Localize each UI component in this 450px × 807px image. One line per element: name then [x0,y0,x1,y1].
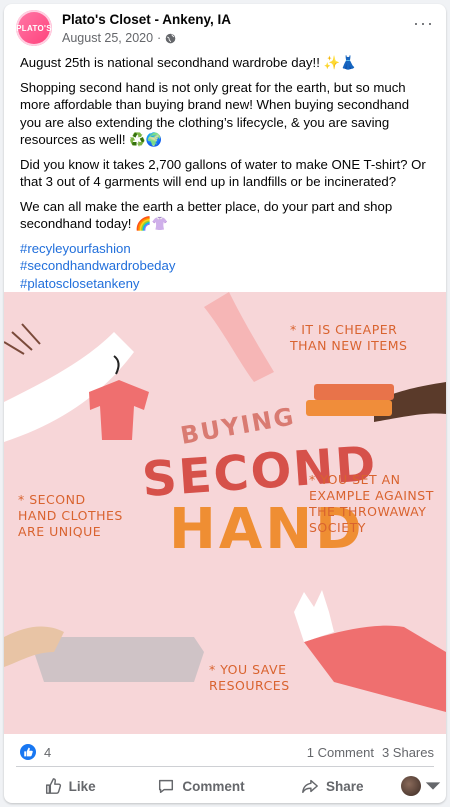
share-count-link[interactable]: 3 Shares [382,745,434,760]
hand-top-center [204,292,274,382]
comment-icon [159,779,174,794]
post-text: August 25th is national secondhand wardr… [20,54,432,292]
reaction-bar: 4 1 Comment 3 Shares [4,738,446,766]
hand-bottom-right [294,590,334,642]
note-resources: * You save resources [209,662,290,693]
chevron-down-icon [426,782,441,790]
share-arrow-icon [302,779,318,794]
post-header: PLATO'S Plato's Closet - Ankeny, IA Augu… [4,4,446,50]
book-top [314,384,394,400]
shirt-icon [89,380,149,440]
user-avatar [401,776,422,796]
comment-count-link[interactable]: 1 Comment [307,745,374,760]
note-unique: * Second hand clothes are unique [18,492,123,539]
sleeve-right [304,625,446,712]
share-label: Share [326,778,364,794]
thumbs-up-icon [45,778,61,794]
more-options-icon[interactable]: ··· [413,14,434,32]
globe-icon[interactable] [165,33,176,44]
hashtag-link[interactable]: #recyleyourfashion [20,240,432,258]
meta-separator: · [157,31,162,45]
laptop-icon [34,637,204,682]
hand-hair-lines [4,323,41,355]
comment-label: Comment [182,778,245,794]
hashtag-link[interactable]: #secondhandwardrobeday [20,257,432,275]
note-cheaper: * It is cheaper than new items [290,322,408,353]
post-paragraph: August 25th is national secondhand wardr… [20,55,357,70]
post-paragraph: Shopping second hand is not only great f… [20,79,410,148]
post-paragraph: Did you know it takes 2,700 gallons of w… [20,156,426,190]
like-button[interactable]: Like [4,771,135,801]
divider [16,766,434,767]
avatar-logo-text: PLATO'S [16,23,52,33]
page-avatar[interactable]: PLATO'S [16,10,52,46]
reaction-count[interactable]: 4 [44,745,51,760]
post-card: PLATO'S Plato's Closet - Ankeny, IA Augu… [4,4,446,803]
share-button[interactable]: Share [267,771,398,801]
engagement-counts: 1 Comment 3 Shares [307,745,434,760]
action-bar: Like Comment Share [4,770,446,802]
post-image[interactable]: Buying Second Hand * It is cheaper than … [4,292,446,734]
hashtag-link[interactable]: #platosclosetankeny [20,275,432,293]
like-label: Like [68,778,96,794]
hashtag-list: #recyleyourfashion #secondhandwardrobeda… [20,240,432,293]
post-date[interactable]: August 25, 2020 [62,31,153,45]
audience-selector[interactable] [398,771,446,801]
post-meta: August 25, 2020 · [62,31,176,45]
book-bottom [306,400,392,416]
like-reaction-icon[interactable] [20,744,36,760]
comment-button[interactable]: Comment [135,771,266,801]
page-name-link[interactable]: Plato's Closet - Ankeny, IA [62,12,231,27]
note-example: * You set an example against the throwaw… [309,472,434,535]
post-paragraph: We can all make the earth a better place… [20,198,393,232]
